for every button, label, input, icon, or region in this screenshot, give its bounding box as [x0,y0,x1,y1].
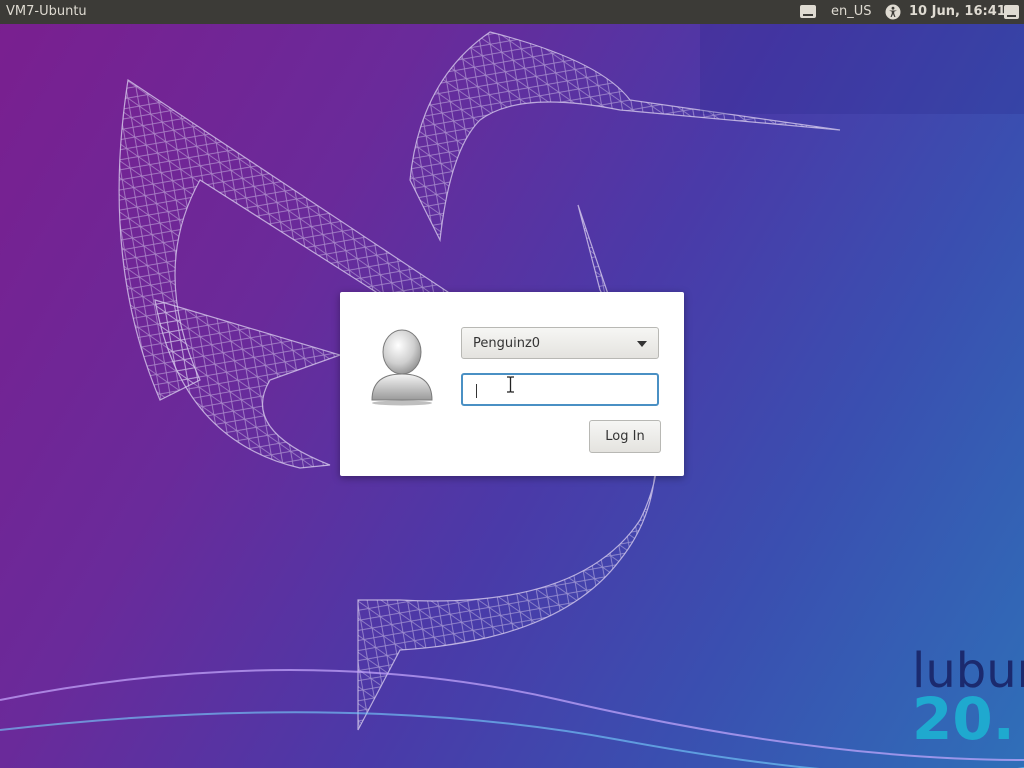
selected-user-name: Penguinz0 [473,336,541,351]
clock[interactable]: 10 Jun, 16:41 [909,4,1006,19]
login-dialog: Penguinz0 Log In [340,292,684,476]
user-avatar-icon [371,329,433,406]
user-select-dropdown[interactable]: Penguinz0 [461,327,659,359]
log-in-button[interactable]: Log In [589,420,661,453]
brand-version: 20. [912,685,1015,753]
hostname-label: VM7-Ubuntu [6,4,87,19]
glow-arc-2 [0,711,1024,768]
top-right-band [700,24,1024,114]
lubuntu-branding: lubun 20. [912,643,1024,753]
text-caret [476,384,477,398]
keyboard-icon[interactable] [800,5,816,18]
login-screen: VM7-Ubuntu en_US 10 Jun, 16:41 Penguinz0… [0,0,1024,768]
password-input[interactable] [461,373,659,406]
top-panel: VM7-Ubuntu en_US 10 Jun, 16:41 [0,0,1024,24]
session-icon[interactable] [1004,5,1019,19]
locale-indicator[interactable]: en_US [831,4,872,19]
accessibility-icon[interactable] [885,4,901,20]
glow-arc-1 [0,669,1024,761]
chevron-down-icon [637,341,647,347]
ibeam-cursor-icon [507,376,514,393]
